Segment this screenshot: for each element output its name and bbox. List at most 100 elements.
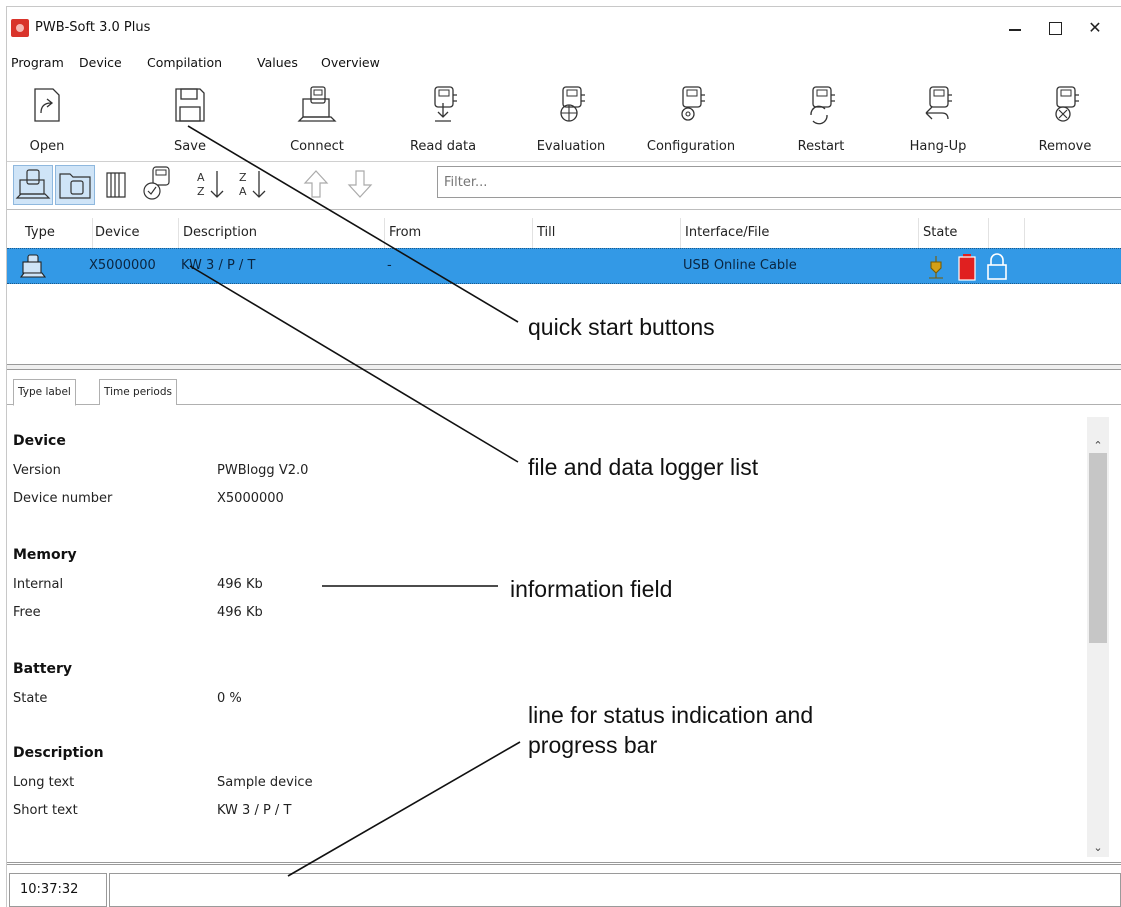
maximize-button[interactable] [1035,15,1075,41]
connect-device-icon [297,86,337,122]
free-label: Free [13,605,41,620]
section-description-heading: Description [13,745,104,761]
remove-button[interactable]: Remove [1023,73,1107,161]
info-scrollbar[interactable]: ⌃ ⌄ [1087,417,1109,857]
minimize-button[interactable] [995,15,1035,41]
restart-label: Restart [797,139,845,154]
configuration-gear-icon [681,86,705,121]
column-extra [989,218,1025,248]
menu-program[interactable]: Program [11,55,64,70]
menu-bar: Program Device Compilation Values Overvi… [7,51,1121,73]
annotation-quick-start: quick start buttons [528,314,715,340]
move-down-button[interactable] [341,165,381,205]
remove-label: Remove [1038,139,1092,154]
sort-z-a-icon: Z A [239,171,266,198]
column-interface-file[interactable]: Interface/File [681,218,919,248]
column-state[interactable]: State [919,218,989,248]
section-memory-heading: Memory [13,547,77,563]
scroll-thumb[interactable] [1089,453,1107,643]
connect-button[interactable]: Connect [277,73,357,161]
scroll-down-icon[interactable]: ⌄ [1087,837,1109,859]
menu-compilation[interactable]: Compilation [147,55,222,70]
arrow-up-icon [303,170,329,198]
evaluation-chart-icon [560,86,585,122]
hang-up-button[interactable]: Hang-Up [897,73,979,161]
internal-label: Internal [13,577,64,592]
table-header: Type Device Description From Till Interf… [7,218,1121,248]
battery-icon [958,254,976,281]
restart-arrows-icon [810,86,835,125]
app-logo-icon [11,19,29,37]
tab-time-periods[interactable]: Time periods [99,379,177,405]
menu-values[interactable]: Values [257,55,298,70]
column-device[interactable]: Device [91,218,179,248]
annotation-status-line-1: line for status indication and [528,702,814,728]
window-title: PWB-Soft 3.0 Plus [35,20,151,35]
floppy-disk-icon [175,88,205,122]
row-interface: USB Online Cable [683,258,797,273]
configuration-label: Configuration [646,139,736,154]
battery-state-label: State [13,691,48,706]
plug-icon [929,256,943,279]
panel-splitter[interactable] [7,364,1121,370]
save-button[interactable]: Save [147,73,233,161]
column-from[interactable]: From [385,218,533,248]
column-description[interactable]: Description [179,218,385,248]
svg-text:A: A [197,171,205,184]
sort-ascending-button[interactable]: A Z [191,165,231,205]
free-value: 496 Kb [217,605,263,620]
svg-text:Z: Z [197,185,205,198]
show-files-button[interactable] [55,165,95,205]
archive-icon [106,172,126,198]
long-text-label: Long text [13,775,75,790]
filter-input[interactable] [438,167,1121,197]
filter-field[interactable] [437,166,1121,198]
hang-up-icon [925,86,952,120]
open-button[interactable]: Open [9,73,85,161]
pc-device-icon [15,169,51,199]
short-text-label: Short text [13,803,78,818]
status-time: 10:37:32 [9,873,107,907]
section-device-heading: Device [13,433,66,449]
long-text-value: Sample device [217,775,313,790]
section-battery-heading: Battery [13,661,73,677]
menu-device[interactable]: Device [79,55,122,70]
column-till[interactable]: Till [533,218,681,248]
battery-state-value: 0 % [217,691,242,706]
device-timer-button[interactable] [139,165,179,205]
show-archive-button[interactable] [97,165,137,205]
pc-device-icon [19,254,47,278]
annotation-file-list: file and data logger list [528,454,759,480]
configuration-button[interactable]: Configuration [635,73,747,161]
tab-type-label[interactable]: Type label [13,379,76,406]
read-data-button[interactable]: Read data [391,73,495,161]
quick-start-toolbar: Open Save Connect Read data Evaluation C… [7,73,1121,161]
connect-label: Connect [290,139,344,154]
read-data-icon [434,86,457,122]
table-row[interactable]: X5000000 KW 3 / P / T - USB Online Cable [7,248,1121,284]
svg-text:Z: Z [239,171,247,184]
hang-up-label: Hang-Up [909,139,967,154]
evaluation-label: Evaluation [536,139,606,154]
close-button[interactable]: ✕ [1075,15,1115,41]
row-device: X5000000 [89,258,156,273]
remove-device-icon [1055,86,1079,122]
device-clock-icon [143,166,170,200]
row-from: - [387,258,392,273]
menu-overview[interactable]: Overview [321,55,380,70]
column-type[interactable]: Type [21,218,93,248]
sort-descending-button[interactable]: Z A [233,165,273,205]
list-toolbar: A Z Z A [7,161,1121,209]
progress-bar [109,873,1121,907]
sort-a-z-icon: A Z [197,171,224,198]
evaluation-button[interactable]: Evaluation [525,73,617,161]
annotation-status-line-2: progress bar [528,732,658,758]
show-devices-button[interactable] [13,165,53,205]
move-up-button[interactable] [297,165,337,205]
folder-device-icon [59,173,91,199]
read-data-label: Read data [409,139,477,154]
short-text-value: KW 3 / P / T [217,803,292,818]
status-bar: 10:37:32 [7,862,1121,907]
restart-button[interactable]: Restart [779,73,863,161]
device-number-label: Device number [13,491,113,506]
